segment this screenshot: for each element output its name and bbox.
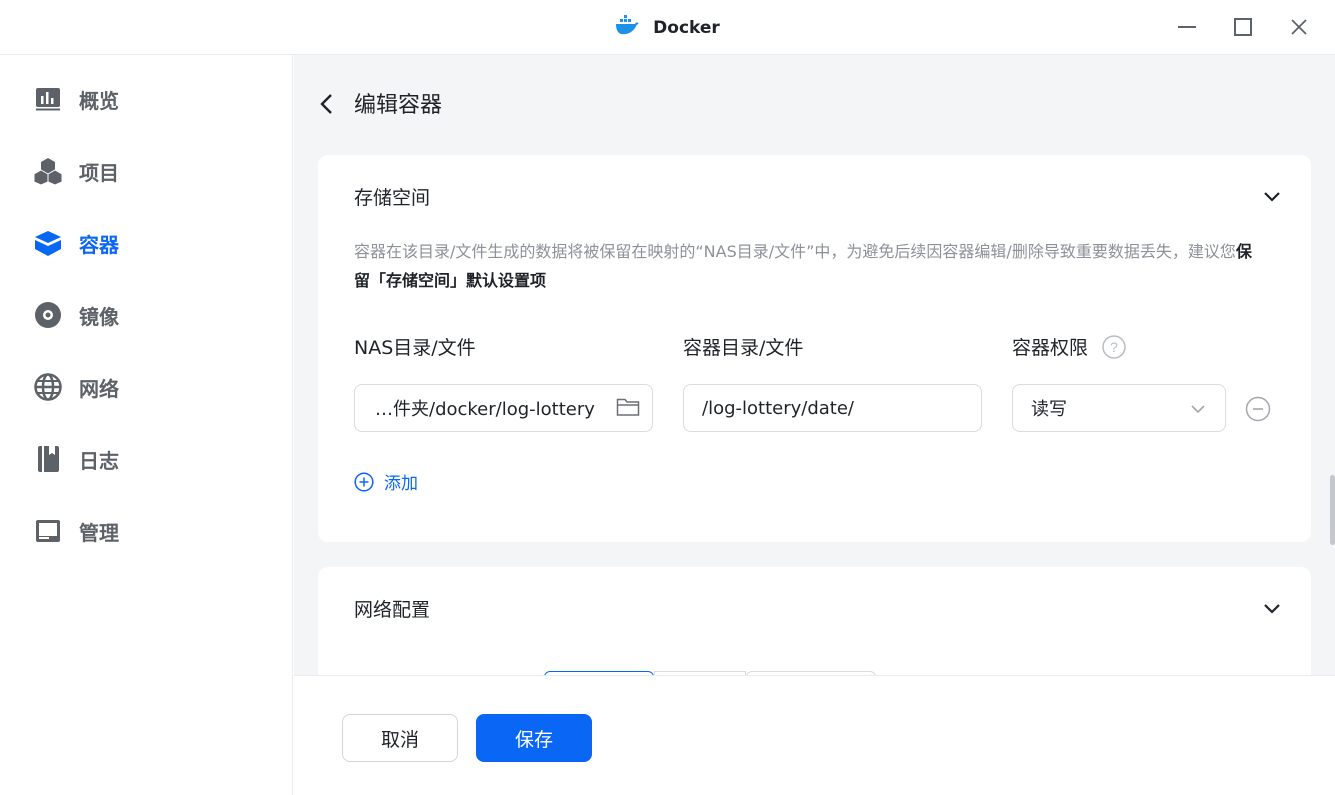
page-title: 编辑容器 [354,93,443,118]
cancel-button[interactable]: 取消 [342,714,458,762]
svg-text:?: ? [1110,339,1118,355]
minimize-button[interactable] [1169,12,1205,42]
sidebar-item-label: 概览 [79,88,119,113]
network-globe-icon [33,372,63,402]
permission-column-label: 容器权限 [1012,337,1089,359]
container-path-field[interactable]: /log-lottery/date/ [683,384,982,432]
help-icon[interactable]: ? [1102,334,1126,359]
storage-description: 容器在该目录/文件生成的数据将被保留在映射的“NAS目录/文件”中，为避免后续因… [354,237,1264,295]
sidebar-item-network[interactable]: 网络 [33,367,119,407]
image-disc-icon [33,300,63,330]
remove-row-button[interactable] [1245,396,1271,422]
permission-column-header: 容器权限 ? [1012,333,1126,360]
window-title: Docker [653,17,720,38]
storage-desc-text: 容器在该目录/文件生成的数据将被保留在映射的“NAS目录/文件”中，为避免后续因… [354,242,1236,261]
network-collapse-toggle[interactable] [1261,597,1283,619]
sidebar-item-label: 容器 [79,232,119,257]
sidebar-item-label: 网络 [79,376,119,401]
sidebar-item-label: 日志 [79,448,119,473]
minimize-icon [1178,26,1196,28]
sidebar-item-log[interactable]: 日志 [33,439,119,479]
chevron-down-icon [1264,604,1280,614]
project-cubes-icon [33,156,63,186]
minus-circle-icon [1245,396,1271,422]
permission-value: 读写 [1031,399,1067,420]
nas-path-value: …件夹/docker/log-lottery [375,399,595,420]
sidebar-item-image[interactable]: 镜像 [33,295,119,335]
chevron-down-icon [1264,192,1280,202]
add-storage-label: 添加 [384,474,418,494]
sidebar-item-management[interactable]: 管理 [33,511,119,551]
close-button[interactable] [1281,12,1317,42]
app-title: Docker [0,0,1335,55]
footer-bar: 取消 保存 [294,675,1335,795]
main-content: 编辑容器 存储空间 容器在该目录/文件生成的数据将被保留在映射的“NAS目录/文… [294,55,1335,675]
add-storage-button[interactable]: 添加 [354,469,418,494]
sidebar-item-label: 镜像 [79,304,119,329]
log-book-icon [33,444,63,474]
scrollbar[interactable] [1330,475,1335,545]
chevron-down-icon [1189,400,1207,418]
folder-icon[interactable] [616,397,642,419]
container-box-icon [33,228,63,258]
storage-collapse-toggle[interactable] [1261,185,1283,207]
save-button[interactable]: 保存 [476,714,592,762]
overview-chart-icon [33,84,63,114]
sidebar-item-label: 管理 [79,520,119,545]
nas-column-label: NAS目录/文件 [354,337,476,359]
sidebar-item-container[interactable]: 容器 [33,223,119,263]
sidebar-item-overview[interactable]: 概览 [33,79,119,119]
title-bar: Docker [0,0,1335,55]
sidebar-item-label: 项目 [79,160,119,185]
docker-logo-icon [615,14,639,41]
network-section: 网络配置 [318,567,1311,675]
network-section-title: 网络配置 [354,599,431,621]
maximize-button[interactable] [1225,12,1261,42]
sidebar-item-project[interactable]: 项目 [33,151,119,191]
sidebar: 概览 项目 容器 镜像 网络 日志 管理 [0,55,293,795]
container-column-label: 容器目录/文件 [683,337,804,359]
back-button[interactable] [314,89,338,119]
close-icon [1291,19,1307,35]
permission-select[interactable]: 读写 [1012,384,1226,432]
nas-path-field[interactable]: …件夹/docker/log-lottery [354,384,653,432]
plus-circle-icon [354,471,374,492]
chevron-left-icon [320,94,332,114]
management-monitor-icon [33,516,63,546]
container-path-value: /log-lottery/date/ [702,397,854,419]
storage-section-title: 存储空间 [354,187,431,209]
maximize-icon [1234,18,1252,36]
storage-section: 存储空间 容器在该目录/文件生成的数据将被保留在映射的“NAS目录/文件”中，为… [318,155,1311,542]
